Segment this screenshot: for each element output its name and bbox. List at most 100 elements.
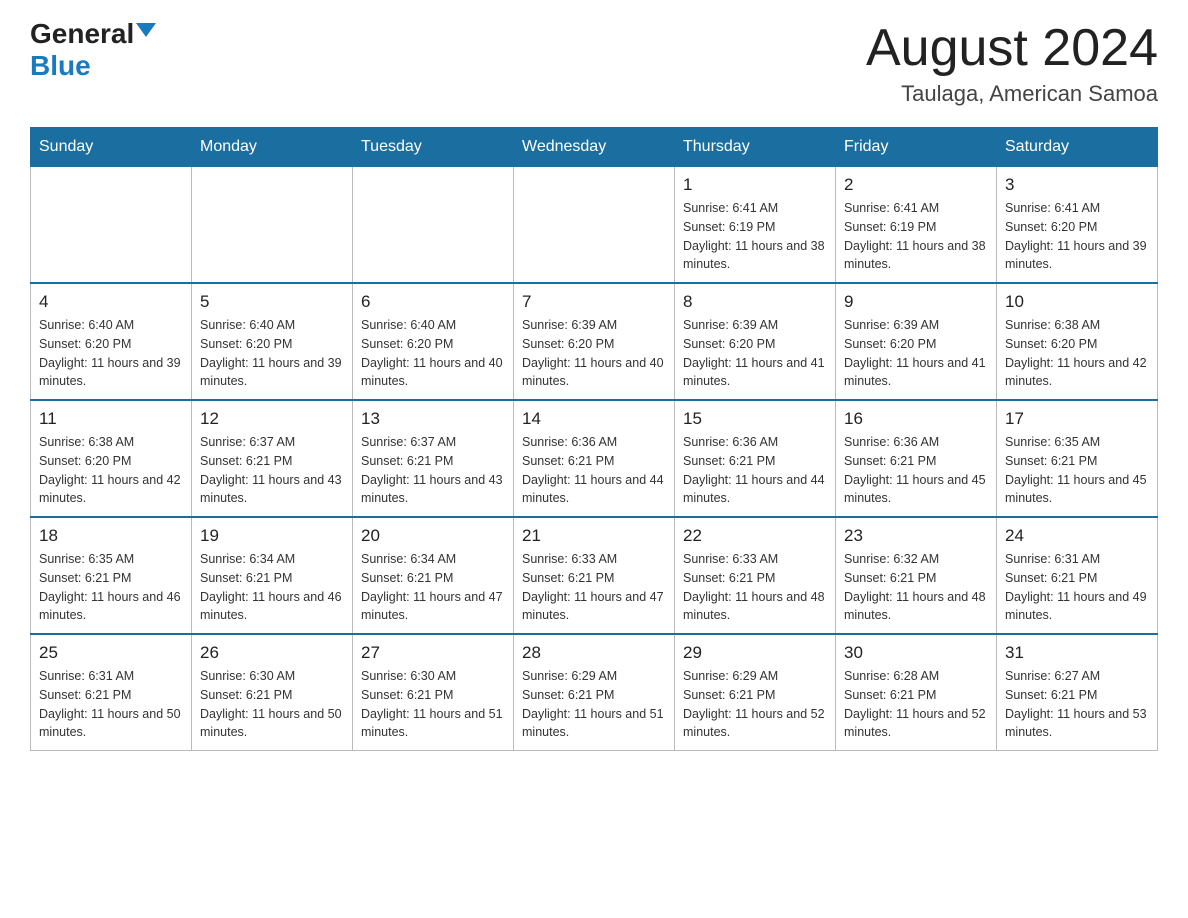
calendar-table: Sunday Monday Tuesday Wednesday Thursday… xyxy=(30,127,1158,751)
table-row: 19 Sunrise: 6:34 AMSunset: 6:21 PMDayligh… xyxy=(192,517,353,634)
day-info: Sunrise: 6:34 AMSunset: 6:21 PMDaylight:… xyxy=(200,550,344,625)
header-saturday: Saturday xyxy=(997,128,1158,167)
header-sunday: Sunday xyxy=(31,128,192,167)
day-number: 14 xyxy=(522,409,666,429)
table-row xyxy=(31,167,192,284)
day-info: Sunrise: 6:36 AMSunset: 6:21 PMDaylight:… xyxy=(683,433,827,508)
page-header: General Blue August 2024 Taulaga, Americ… xyxy=(30,20,1158,107)
day-info: Sunrise: 6:32 AMSunset: 6:21 PMDaylight:… xyxy=(844,550,988,625)
table-row: 15 Sunrise: 6:36 AMSunset: 6:21 PMDayligh… xyxy=(675,400,836,517)
day-number: 27 xyxy=(361,643,505,663)
table-row: 23 Sunrise: 6:32 AMSunset: 6:21 PMDayligh… xyxy=(836,517,997,634)
day-number: 11 xyxy=(39,409,183,429)
day-number: 16 xyxy=(844,409,988,429)
table-row: 3Sunrise: 6:41 AMSunset: 6:20 PMDaylight… xyxy=(997,167,1158,284)
table-row: 14 Sunrise: 6:36 AMSunset: 6:21 PMDayligh… xyxy=(514,400,675,517)
day-number: 1 xyxy=(683,175,827,195)
day-info: Sunrise: 6:37 AMSunset: 6:21 PMDaylight:… xyxy=(200,433,344,508)
day-info: Sunrise: 6:36 AMSunset: 6:21 PMDaylight:… xyxy=(844,433,988,508)
day-info: Sunrise: 6:34 AMSunset: 6:21 PMDaylight:… xyxy=(361,550,505,625)
day-info: Sunrise: 6:29 AMSunset: 6:21 PMDaylight:… xyxy=(522,667,666,742)
table-row: 18Sunrise: 6:35 AMSunset: 6:21 PMDayligh… xyxy=(31,517,192,634)
day-info: Sunrise: 6:31 AMSunset: 6:21 PMDaylight:… xyxy=(1005,550,1149,625)
table-row: 20 Sunrise: 6:34 AMSunset: 6:21 PMDayligh… xyxy=(353,517,514,634)
day-info: Sunrise: 6:38 AMSunset: 6:20 PMDaylight:… xyxy=(1005,316,1149,391)
day-number: 19 xyxy=(200,526,344,546)
table-row: 30 Sunrise: 6:28 AMSunset: 6:21 PMDayligh… xyxy=(836,634,997,751)
table-row: 2 Sunrise: 6:41 AMSunset: 6:19 PMDaylight… xyxy=(836,167,997,284)
day-number: 24 xyxy=(1005,526,1149,546)
calendar-week-row: 4 Sunrise: 6:40 AMSunset: 6:20 PMDaylight… xyxy=(31,283,1158,400)
table-row: 17 Sunrise: 6:35 AMSunset: 6:21 PMDayligh… xyxy=(997,400,1158,517)
logo-triangle-icon xyxy=(136,23,156,37)
table-row: 11 Sunrise: 6:38 AMSunset: 6:20 PMDayligh… xyxy=(31,400,192,517)
day-number: 17 xyxy=(1005,409,1149,429)
table-row xyxy=(514,167,675,284)
table-row: 6 Sunrise: 6:40 AMSunset: 6:20 PMDaylight… xyxy=(353,283,514,400)
day-info: Sunrise: 6:40 AMSunset: 6:20 PMDaylight:… xyxy=(361,316,505,391)
table-row: 13Sunrise: 6:37 AMSunset: 6:21 PMDayligh… xyxy=(353,400,514,517)
logo-blue: Blue xyxy=(30,50,91,82)
day-number: 21 xyxy=(522,526,666,546)
calendar-subtitle: Taulaga, American Samoa xyxy=(866,81,1158,107)
calendar-header-row: Sunday Monday Tuesday Wednesday Thursday… xyxy=(31,128,1158,167)
day-info: Sunrise: 6:30 AMSunset: 6:21 PMDaylight:… xyxy=(200,667,344,742)
day-number: 8 xyxy=(683,292,827,312)
day-number: 7 xyxy=(522,292,666,312)
day-number: 28 xyxy=(522,643,666,663)
table-row: 9 Sunrise: 6:39 AMSunset: 6:20 PMDaylight… xyxy=(836,283,997,400)
day-info: Sunrise: 6:28 AMSunset: 6:21 PMDaylight:… xyxy=(844,667,988,742)
day-number: 9 xyxy=(844,292,988,312)
day-number: 25 xyxy=(39,643,183,663)
day-info: Sunrise: 6:33 AMSunset: 6:21 PMDaylight:… xyxy=(522,550,666,625)
table-row: 25 Sunrise: 6:31 AMSunset: 6:21 PMDayligh… xyxy=(31,634,192,751)
day-number: 23 xyxy=(844,526,988,546)
calendar-week-row: 11 Sunrise: 6:38 AMSunset: 6:20 PMDayligh… xyxy=(31,400,1158,517)
table-row: 31Sunrise: 6:27 AMSunset: 6:21 PMDayligh… xyxy=(997,634,1158,751)
day-info: Sunrise: 6:39 AMSunset: 6:20 PMDaylight:… xyxy=(522,316,666,391)
day-number: 3 xyxy=(1005,175,1149,195)
day-number: 20 xyxy=(361,526,505,546)
table-row xyxy=(192,167,353,284)
day-number: 4 xyxy=(39,292,183,312)
table-row: 24 Sunrise: 6:31 AMSunset: 6:21 PMDayligh… xyxy=(997,517,1158,634)
day-info: Sunrise: 6:37 AMSunset: 6:21 PMDaylight:… xyxy=(361,433,505,508)
table-row: 5 Sunrise: 6:40 AMSunset: 6:20 PMDaylight… xyxy=(192,283,353,400)
day-info: Sunrise: 6:33 AMSunset: 6:21 PMDaylight:… xyxy=(683,550,827,625)
day-number: 2 xyxy=(844,175,988,195)
day-number: 26 xyxy=(200,643,344,663)
day-info: Sunrise: 6:40 AMSunset: 6:20 PMDaylight:… xyxy=(39,316,183,391)
table-row: 12 Sunrise: 6:37 AMSunset: 6:21 PMDayligh… xyxy=(192,400,353,517)
day-number: 29 xyxy=(683,643,827,663)
day-number: 12 xyxy=(200,409,344,429)
calendar-week-row: 25 Sunrise: 6:31 AMSunset: 6:21 PMDayligh… xyxy=(31,634,1158,751)
calendar-week-row: 1 Sunrise: 6:41 AMSunset: 6:19 PMDaylight… xyxy=(31,167,1158,284)
day-info: Sunrise: 6:38 AMSunset: 6:20 PMDaylight:… xyxy=(39,433,183,508)
day-info: Sunrise: 6:39 AMSunset: 6:20 PMDaylight:… xyxy=(844,316,988,391)
title-block: August 2024 Taulaga, American Samoa xyxy=(866,20,1158,107)
day-info: Sunrise: 6:41 AMSunset: 6:19 PMDaylight:… xyxy=(683,199,827,274)
day-number: 31 xyxy=(1005,643,1149,663)
day-info: Sunrise: 6:30 AMSunset: 6:21 PMDaylight:… xyxy=(361,667,505,742)
header-thursday: Thursday xyxy=(675,128,836,167)
table-row: 22Sunrise: 6:33 AMSunset: 6:21 PMDayligh… xyxy=(675,517,836,634)
day-number: 15 xyxy=(683,409,827,429)
day-number: 30 xyxy=(844,643,988,663)
day-info: Sunrise: 6:36 AMSunset: 6:21 PMDaylight:… xyxy=(522,433,666,508)
day-number: 5 xyxy=(200,292,344,312)
day-info: Sunrise: 6:31 AMSunset: 6:21 PMDaylight:… xyxy=(39,667,183,742)
table-row: 21 Sunrise: 6:33 AMSunset: 6:21 PMDayligh… xyxy=(514,517,675,634)
day-number: 10 xyxy=(1005,292,1149,312)
header-tuesday: Tuesday xyxy=(353,128,514,167)
day-info: Sunrise: 6:35 AMSunset: 6:21 PMDaylight:… xyxy=(39,550,183,625)
day-number: 6 xyxy=(361,292,505,312)
day-info: Sunrise: 6:41 AMSunset: 6:19 PMDaylight:… xyxy=(844,199,988,274)
day-info: Sunrise: 6:35 AMSunset: 6:21 PMDaylight:… xyxy=(1005,433,1149,508)
day-info: Sunrise: 6:40 AMSunset: 6:20 PMDaylight:… xyxy=(200,316,344,391)
table-row: 1 Sunrise: 6:41 AMSunset: 6:19 PMDaylight… xyxy=(675,167,836,284)
table-row: 16 Sunrise: 6:36 AMSunset: 6:21 PMDayligh… xyxy=(836,400,997,517)
header-friday: Friday xyxy=(836,128,997,167)
header-wednesday: Wednesday xyxy=(514,128,675,167)
table-row: 27 Sunrise: 6:30 AMSunset: 6:21 PMDayligh… xyxy=(353,634,514,751)
table-row xyxy=(353,167,514,284)
